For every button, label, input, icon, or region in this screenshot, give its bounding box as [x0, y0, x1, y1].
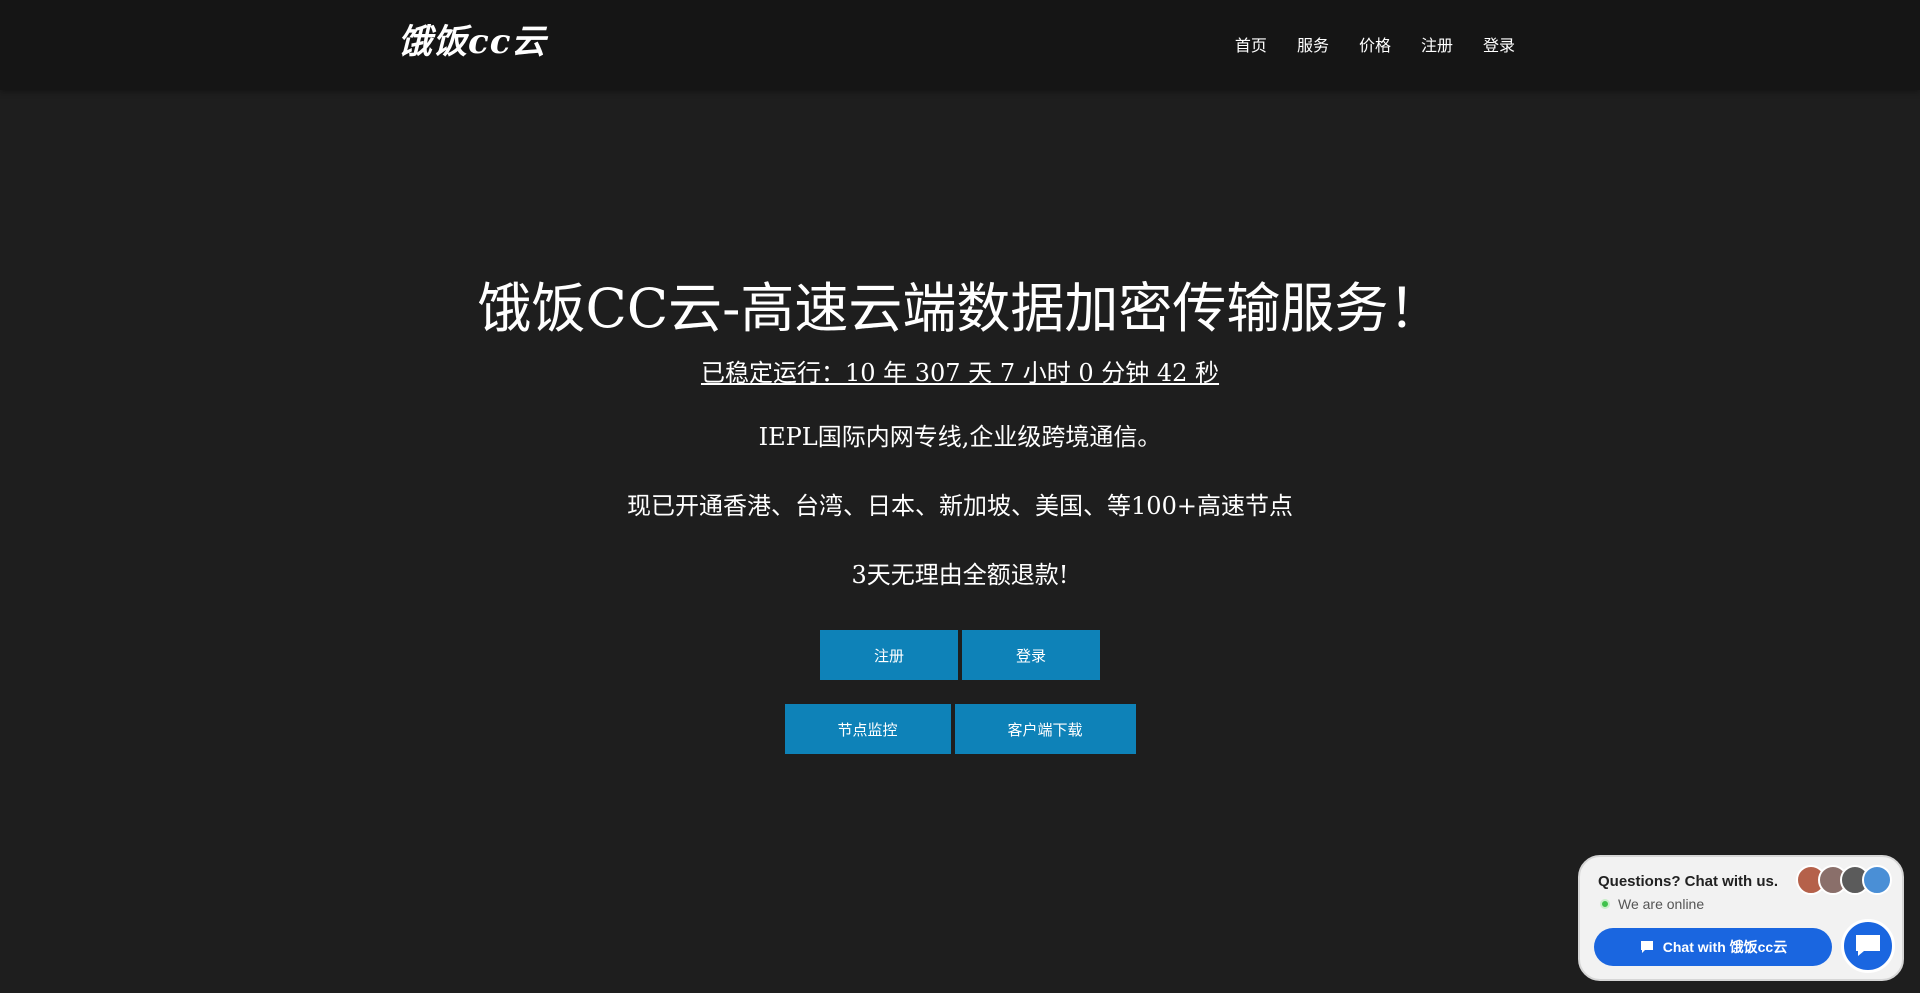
chat-status: We are online — [1600, 896, 1704, 912]
site-logo[interactable]: 饿饭cc云 — [398, 14, 546, 63]
chat-icon — [1856, 935, 1880, 956]
nav-register[interactable]: 注册 — [1421, 32, 1453, 56]
hero-line-refund: 3天无理由全额退款! — [851, 561, 1069, 589]
uptime-counter: 已稳定运行：10 年 307 天 7 小时 0 分钟 42 秒 — [700, 359, 1220, 387]
agent-avatars — [1796, 865, 1892, 895]
hero-line-iepl: IEPL国际内网专线,企业级跨境通信。 — [758, 423, 1162, 451]
node-monitor-button[interactable]: 节点监控 — [784, 704, 951, 754]
nav-login[interactable]: 登录 — [1483, 32, 1515, 56]
hero-line-nodes: 现已开通香港、台湾、日本、新加坡、美国、等100+高速节点 — [627, 492, 1293, 520]
chat-bubble-icon — [1640, 941, 1653, 953]
main-nav: 首页 服务 价格 注册 登录 — [1235, 32, 1515, 56]
chat-open-button[interactable]: Chat with 饿饭cc云 — [1594, 928, 1832, 966]
rocket-icon — [1862, 865, 1892, 895]
nav-services[interactable]: 服务 — [1297, 32, 1329, 56]
chat-button-label: Chat with 饿饭cc云 — [1662, 939, 1788, 955]
primary-buttons: 注册 登录 — [0, 630, 1920, 680]
chat-status-text: We are online — [1618, 896, 1705, 912]
online-dot-icon — [1600, 899, 1610, 909]
hero-title: 饿饭CC云-高速云端数据加密传输服务！ — [477, 277, 1443, 340]
navbar: 饿饭cc云 首页 服务 价格 注册 登录 — [0, 0, 1920, 90]
nav-pricing[interactable]: 价格 — [1359, 32, 1391, 56]
chat-question: Questions? Chat with us. — [1598, 873, 1779, 890]
hero-section: 饿饭CC云-高速云端数据加密传输服务！ 已稳定运行：10 年 307 天 7 小… — [0, 270, 1920, 754]
nav-home[interactable]: 首页 — [1235, 32, 1267, 56]
client-download-button[interactable]: 客户端下载 — [954, 704, 1136, 754]
chat-launcher-button[interactable] — [1841, 919, 1895, 973]
login-button[interactable]: 登录 — [962, 630, 1100, 680]
register-button[interactable]: 注册 — [820, 630, 958, 680]
secondary-buttons: 节点监控 客户端下载 — [0, 704, 1920, 754]
